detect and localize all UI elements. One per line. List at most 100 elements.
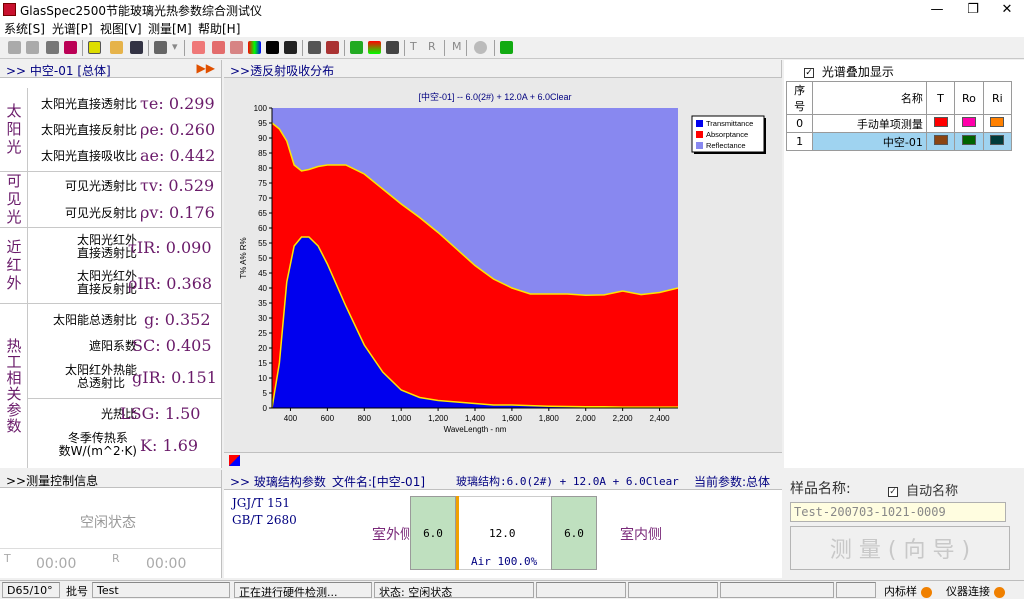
y-tick-label: 70 xyxy=(258,194,267,203)
palette-icon[interactable] xyxy=(368,41,381,54)
param-value: ae: 0.442 xyxy=(140,146,216,165)
color-swatch[interactable] xyxy=(961,135,976,145)
y-tick-label: 55 xyxy=(258,239,267,248)
chart-t-icon[interactable] xyxy=(192,41,205,54)
title-bar: GlasSpec2500节能玻璃光热参数综合测试仪 — ❐ ✕ xyxy=(0,0,1024,19)
gas-gap[interactable]: 12.0 Air 100.0% xyxy=(459,496,551,570)
grid-icon[interactable] xyxy=(386,41,399,54)
app-icon xyxy=(3,3,16,16)
color-swatch[interactable] xyxy=(933,117,948,127)
disconnect-icon[interactable] xyxy=(26,41,39,54)
table-row[interactable]: 0 手动单项测量 xyxy=(785,114,1013,133)
play-icon[interactable] xyxy=(350,41,363,54)
device-connection: 仪器连接 xyxy=(946,583,1005,599)
measure-control-header: >>测量控制信息 xyxy=(0,470,221,488)
sample-panel: 样品名称: ✓ 自动名称 Test-200703-1021-0009 测 量 (… xyxy=(784,470,1024,578)
tools-icon[interactable] xyxy=(64,41,77,54)
param-label: 太阳光直接反射比 xyxy=(40,123,137,137)
chart-a-icon[interactable] xyxy=(230,41,243,54)
group-lsg: 光热比 LSG: 1.50 xyxy=(28,402,221,428)
sample-label: 样品名称: xyxy=(790,481,851,497)
y-tick-label: 65 xyxy=(258,209,267,218)
menu-help[interactable]: 帮助[H] xyxy=(198,20,240,37)
save-icon[interactable] xyxy=(130,41,143,54)
spectrum-table: 序号 名称 T Ro Ri 0 手动单项测量 1 中空-01 xyxy=(785,81,1013,151)
param-value: τIR: 0.090 xyxy=(128,238,212,257)
r-tool[interactable]: R xyxy=(428,40,436,53)
check-icon[interactable] xyxy=(88,41,101,54)
x-axis-label: WaveLength - nm xyxy=(444,425,507,434)
legend-label: Reflectance xyxy=(706,141,746,150)
color-swatch[interactable] xyxy=(933,135,948,145)
param-label: 太阳红外热能 总透射比 xyxy=(64,363,137,390)
close-button[interactable]: ✕ xyxy=(990,0,1024,19)
auto-name-checkbox[interactable]: ✓ xyxy=(888,486,898,497)
table-row[interactable]: 1 中空-01 xyxy=(785,132,1013,151)
r-label: R xyxy=(112,552,120,565)
overlay-checkbox[interactable]: ✓ xyxy=(804,67,814,78)
expand-icon[interactable]: ▶▶ xyxy=(197,61,215,75)
device-icon[interactable] xyxy=(46,41,59,54)
maximize-button[interactable]: ❐ xyxy=(956,0,990,19)
minimize-button[interactable]: — xyxy=(920,0,954,19)
legend-swatch xyxy=(696,142,703,149)
chevron-down-icon[interactable]: ▾ xyxy=(172,40,178,53)
print-icon[interactable] xyxy=(154,41,167,54)
x-tick-label: 1,800 xyxy=(539,414,560,423)
menu-measure[interactable]: 测量[M] xyxy=(148,20,192,37)
menu-bar: 系统[S] 光谱[P] 视图[V] 测量[M] 帮助[H] xyxy=(0,19,1024,37)
outdoor-label: 室外侧 xyxy=(372,527,414,543)
y-tick-label: 75 xyxy=(258,179,267,188)
current-param: 当前参数:总体 xyxy=(694,475,771,489)
flag-icon[interactable] xyxy=(284,41,297,54)
group-k: 冬季传热系 数W/(m^2·K) K: 1.69 xyxy=(28,430,221,464)
param-value: ρv: 0.176 xyxy=(140,203,215,222)
t-timer: 00:00 xyxy=(36,556,77,572)
y-tick-label: 50 xyxy=(258,254,267,263)
run-icon[interactable] xyxy=(500,41,513,54)
color-swatch[interactable] xyxy=(990,135,1005,145)
group-thermal: 热工相关参数 太阳能总透射比 g: 0.352 遮阳系数 SC: 0.405 太… xyxy=(0,304,221,468)
open-folder-icon[interactable] xyxy=(110,41,123,54)
auto-name-toggle[interactable]: ✓ 自动名称 xyxy=(888,480,958,499)
category-label: 热工相关参数 xyxy=(0,304,28,468)
measure-control-panel: >>测量控制信息 空闲状态 T 00:00 R 00:00 xyxy=(0,470,222,578)
x-tick-label: 800 xyxy=(358,414,372,423)
category-label: 近红外 xyxy=(0,228,28,303)
param-value: ρIR: 0.368 xyxy=(128,274,213,293)
contrast-icon[interactable] xyxy=(266,41,279,54)
y-tick-label: 40 xyxy=(258,284,267,293)
y-tick-label: 25 xyxy=(258,329,267,338)
menu-spectrum[interactable]: 光谱[P] xyxy=(52,20,93,37)
color-icon[interactable] xyxy=(248,41,261,54)
internal-standard: 内标样 xyxy=(884,583,932,599)
menu-system[interactable]: 系统[S] xyxy=(4,20,45,37)
y-tick-label: 85 xyxy=(258,149,267,158)
report-icon[interactable] xyxy=(326,41,339,54)
stop-icon[interactable] xyxy=(474,41,487,54)
measure-button[interactable]: 测 量 ( 向 导 ) xyxy=(790,526,1010,570)
param-value: LSG: 1.50 xyxy=(120,404,201,423)
file-name: 文件名:[中空-01] xyxy=(332,475,426,489)
group-near-ir: 近红外 太阳光红外 直接透射比 τIR: 0.090 太阳光红外 直接反射比 ρ… xyxy=(0,228,221,304)
m-tool[interactable]: M xyxy=(452,40,462,53)
glass-layer-2[interactable]: 6.0 xyxy=(551,496,597,570)
x-tick-label: 2,200 xyxy=(613,414,634,423)
color-swatch[interactable] xyxy=(961,117,976,127)
device-led-icon xyxy=(993,586,1005,598)
t-tool[interactable]: T xyxy=(410,40,417,53)
params-panel: >> 中空-01 [总体] ▶▶ 太阳光 太阳光直接透射比 τe: 0.299 … xyxy=(0,60,222,468)
menu-view[interactable]: 视图[V] xyxy=(100,20,142,37)
batch-label: 批号 xyxy=(66,585,88,598)
chart-r-icon[interactable] xyxy=(212,41,225,54)
connect-icon[interactable] xyxy=(8,41,21,54)
glass-layer-1[interactable]: 6.0 xyxy=(410,496,456,570)
hardware-status: 正在进行硬件检测... xyxy=(234,582,372,598)
legend-swatch xyxy=(696,120,703,127)
chart-header: >>透反射吸收分布 xyxy=(224,60,781,78)
palette-icon[interactable] xyxy=(229,455,240,466)
users-icon[interactable] xyxy=(308,41,321,54)
col-name: 名称 xyxy=(812,81,927,115)
sample-name-input[interactable]: Test-200703-1021-0009 xyxy=(790,502,1006,522)
color-swatch[interactable] xyxy=(990,117,1005,127)
